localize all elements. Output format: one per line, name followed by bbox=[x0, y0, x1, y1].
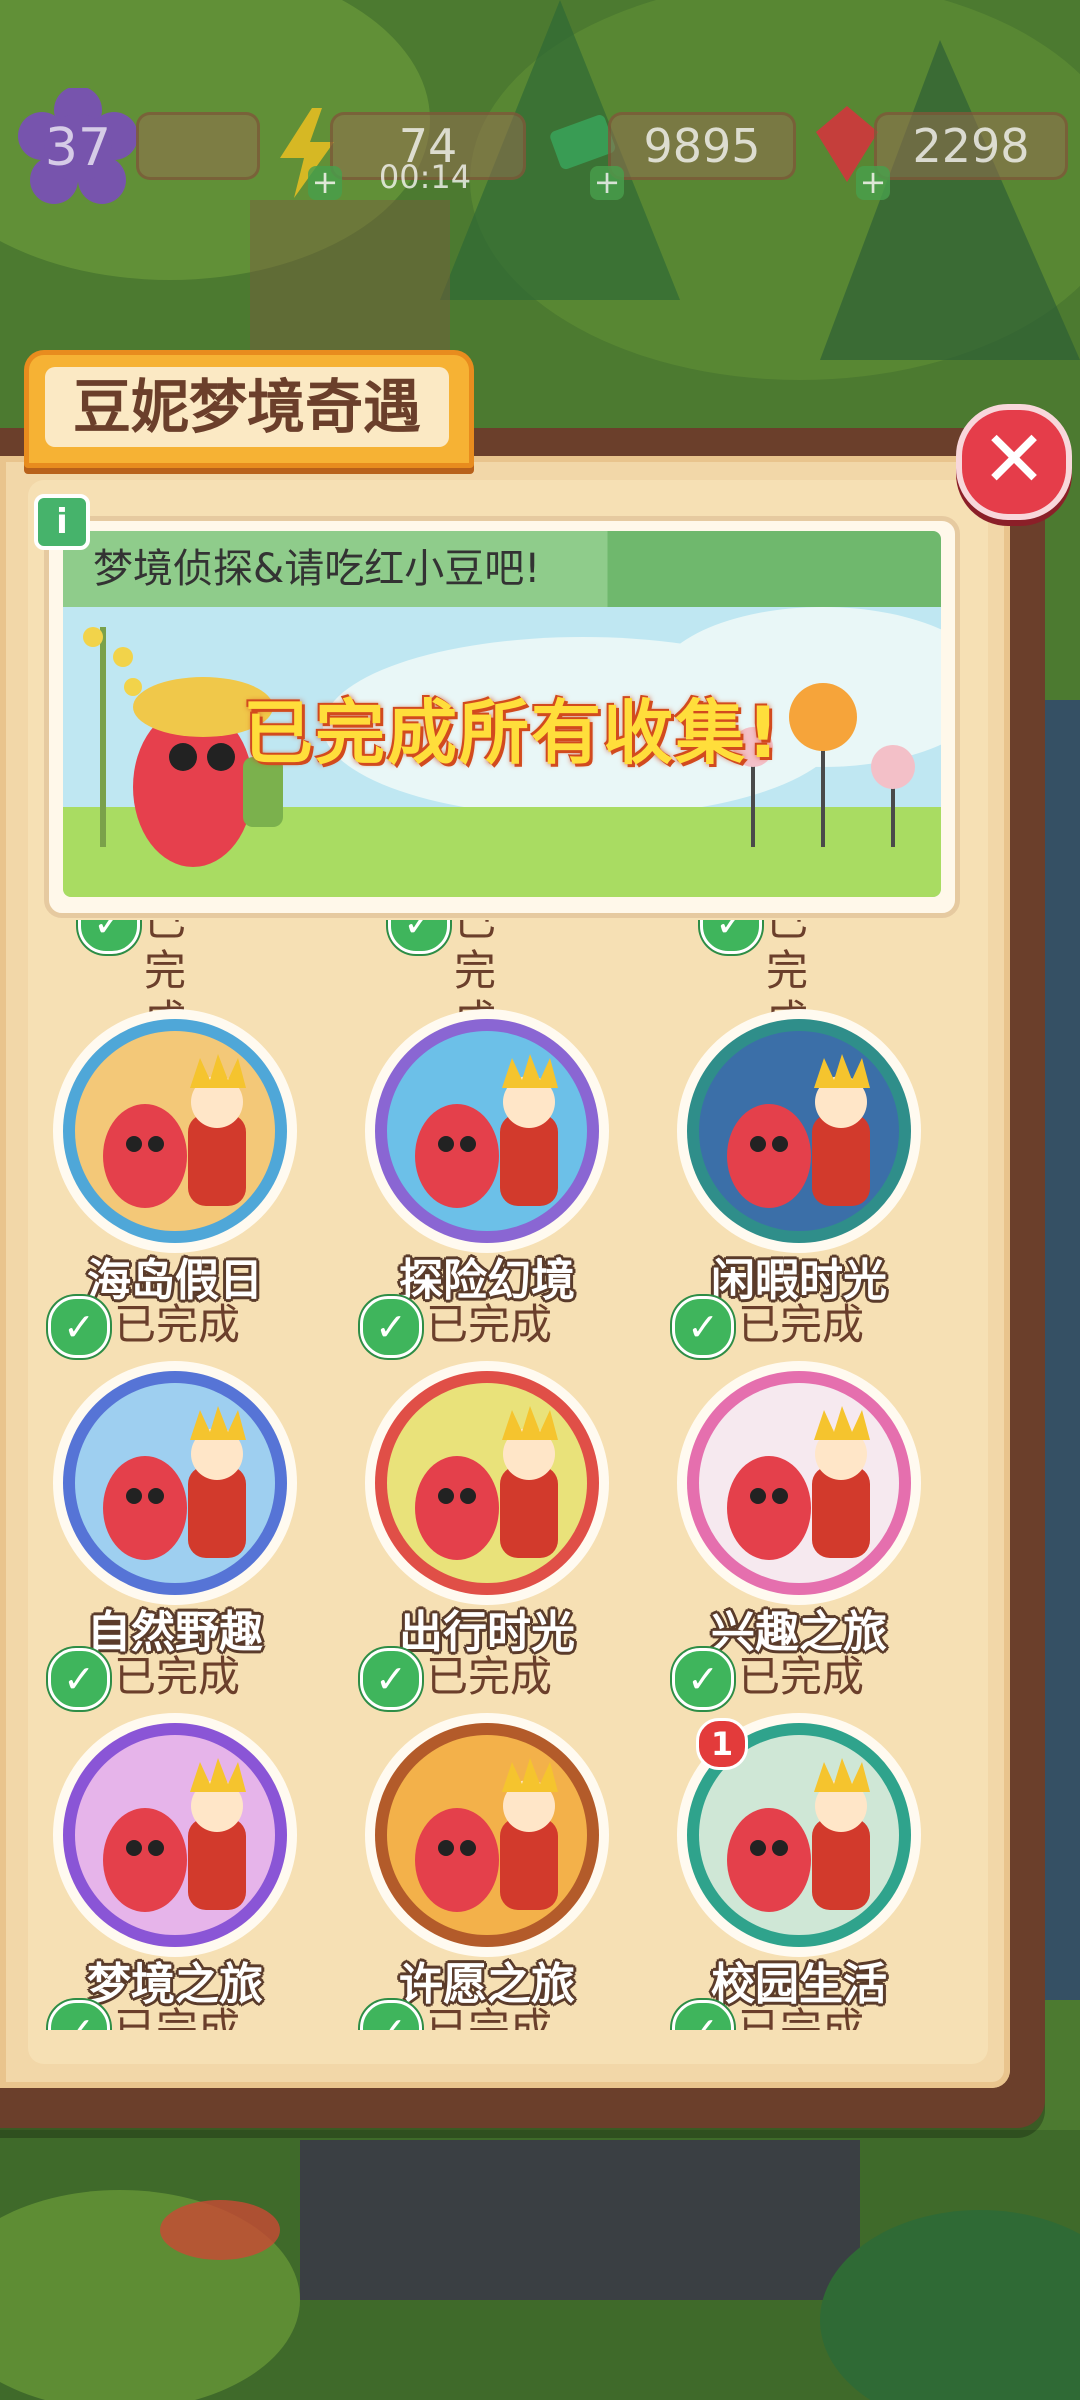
item-status: ✓已完成 bbox=[360, 1648, 620, 1710]
collection-item[interactable]: 闲暇时光 ✓ 已完成 bbox=[654, 1006, 934, 1358]
banner-status: 已完成所有收集! bbox=[243, 692, 781, 774]
check-icon: ✓ bbox=[48, 1648, 110, 1710]
item-illustration bbox=[365, 1361, 609, 1605]
item-illustration bbox=[53, 1361, 297, 1605]
item-illustration bbox=[677, 1009, 921, 1253]
collection-item[interactable]: 兴趣之旅 ✓ 已完成 bbox=[654, 1358, 934, 1710]
notification-badge: 1 bbox=[696, 1718, 748, 1770]
collection-item[interactable]: 梦境之旅✓已完成 bbox=[30, 1710, 310, 2030]
collection-item[interactable]: 许愿之旅✓已完成 bbox=[342, 1710, 622, 2030]
check-icon: ✓ bbox=[672, 2000, 734, 2030]
panel-title-tab: 豆妮梦境奇遇 bbox=[24, 350, 474, 468]
cash-counter: 9895 bbox=[608, 112, 796, 180]
collection-item[interactable]: 自然野趣 ✓ 已完成 bbox=[30, 1358, 310, 1710]
panel-title: 豆妮梦境奇遇 bbox=[45, 367, 449, 447]
item-status: ✓已完成 bbox=[48, 1648, 308, 1710]
gem-value: 2298 bbox=[912, 119, 1030, 173]
close-button[interactable]: ✕ bbox=[956, 404, 1072, 520]
item-illustration bbox=[53, 1713, 297, 1957]
check-icon: ✓ bbox=[672, 1296, 734, 1358]
level-number: 37 bbox=[44, 118, 112, 178]
energy-timer: 00:14 bbox=[378, 158, 472, 196]
check-icon: ✓ bbox=[672, 1648, 734, 1710]
check-icon: ✓ bbox=[78, 920, 140, 954]
add-energy-button[interactable]: + bbox=[308, 166, 342, 200]
item-illustration bbox=[365, 1713, 609, 1957]
banner-illustration: 已完成所有收集! bbox=[63, 607, 941, 897]
check-icon: ✓ bbox=[48, 2000, 110, 2030]
cash-value: 9895 bbox=[643, 119, 761, 173]
add-gems-button[interactable]: + bbox=[856, 166, 890, 200]
status-label: 已完成 bbox=[738, 1652, 865, 1701]
item-status: ✓已完成 bbox=[48, 1296, 308, 1358]
item-status: ✓已完成 bbox=[360, 1296, 620, 1358]
collection-item[interactable]: 海岛假日 ✓ 已完成 bbox=[30, 1006, 310, 1358]
banner-header: 梦境侦探&请吃红小豆吧! bbox=[63, 531, 941, 607]
event-banner[interactable]: 梦境侦探&请吃红小豆吧! 已完成所有收集! bbox=[44, 516, 960, 918]
item-status: ✓已完成 bbox=[672, 1648, 932, 1710]
item-illustration bbox=[677, 1361, 921, 1605]
status-label: 已完成 bbox=[114, 2004, 241, 2030]
status-label: 已完成 bbox=[738, 2004, 865, 2030]
level-badge: 37 bbox=[18, 86, 138, 208]
xp-bar bbox=[136, 112, 260, 180]
check-icon: ✓ bbox=[360, 1296, 422, 1358]
gem-counter: 2298 bbox=[874, 112, 1068, 180]
item-status: ✓已完成 bbox=[48, 2000, 308, 2030]
status-label: 已完成 bbox=[426, 2004, 553, 2030]
collection-item[interactable]: 出行时光 ✓ 已完成 bbox=[342, 1358, 622, 1710]
status-label: 已完成 bbox=[738, 1300, 865, 1349]
collection-item[interactable]: 探险幻境 ✓ 已完成 bbox=[342, 1006, 622, 1358]
collection-item[interactable]: 1校园生活✓已完成 bbox=[654, 1710, 934, 2030]
check-icon: ✓ bbox=[360, 1648, 422, 1710]
item-illustration bbox=[365, 1009, 609, 1253]
status-label: 已完成 bbox=[114, 1652, 241, 1701]
check-icon: ✓ bbox=[48, 1296, 110, 1358]
info-button[interactable]: i bbox=[34, 494, 90, 550]
collection-grid: ✓ 已完成 ✓ 已完成 ✓ 已完成 海岛假日✓已完成探险幻境✓已完成闲暇时光✓已… bbox=[30, 920, 990, 2030]
status-label: 已完成 bbox=[426, 1300, 553, 1349]
item-illustration bbox=[53, 1009, 297, 1253]
check-icon: ✓ bbox=[388, 920, 450, 954]
check-icon: ✓ bbox=[360, 2000, 422, 2030]
item-status: ✓已完成 bbox=[672, 1296, 932, 1358]
check-icon: ✓ bbox=[700, 920, 762, 954]
status-label: 已完成 bbox=[114, 1300, 241, 1349]
banner-heading: 梦境侦探&请吃红小豆吧! bbox=[93, 546, 541, 592]
add-cash-button[interactable]: + bbox=[590, 166, 624, 200]
status-label: 已完成 bbox=[426, 1652, 553, 1701]
item-status: ✓已完成 bbox=[360, 2000, 620, 2030]
item-status: ✓已完成 bbox=[672, 2000, 932, 2030]
